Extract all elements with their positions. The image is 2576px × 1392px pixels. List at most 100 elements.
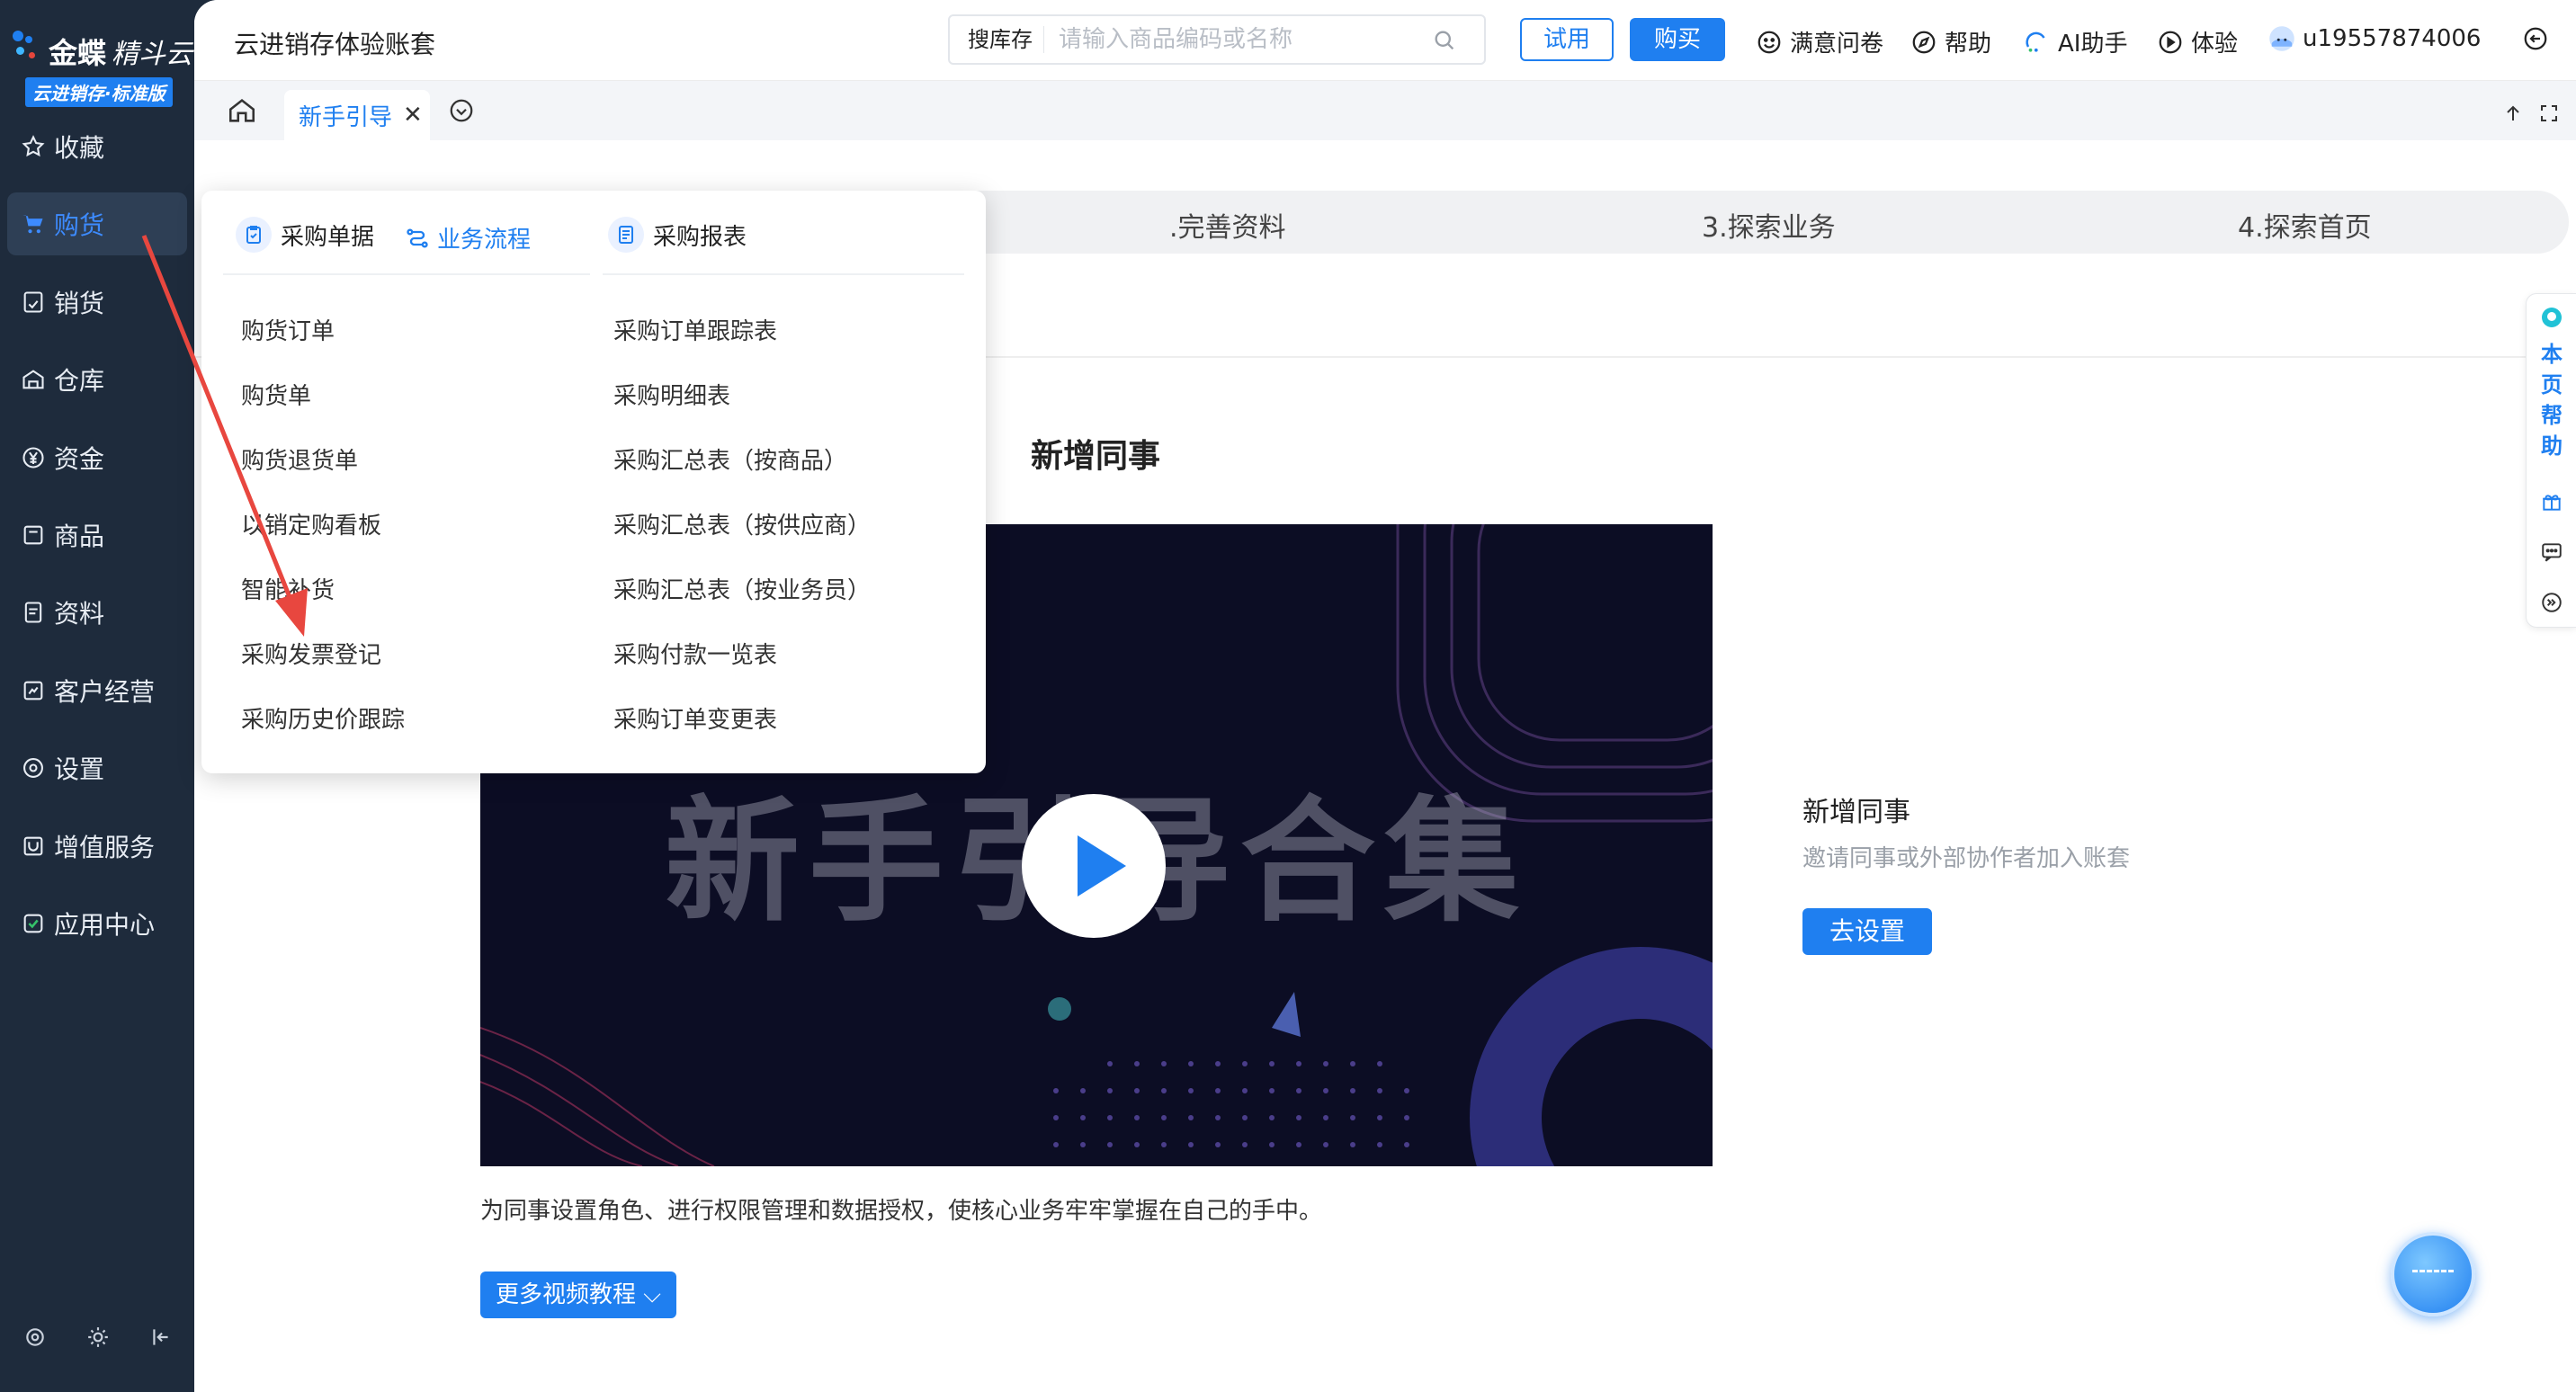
menu-item-purchase-detail-report[interactable]: 采购明细表 [613, 378, 730, 411]
sidebar: 金蝶 精斗云 云进销存·标准版 收藏 购货 销货 仓库 资金 商品 资料 客户经… [0, 0, 194, 1392]
sidebar-item-label: 资金 [54, 443, 105, 474]
guide-steps: .完善资料 3.探索业务 4.探索首页 [878, 191, 2569, 254]
brand-logo[interactable]: 金蝶 精斗云 云进销存·标准版 [11, 22, 193, 112]
sidebar-item-purchase[interactable]: 购货 [7, 192, 187, 256]
page-help-label: 本页帮助 [2541, 342, 2563, 459]
compass-icon [1912, 31, 1936, 53]
menu-item-purchase-invoice-registration[interactable]: 采购发票登记 [241, 637, 381, 670]
go-setup-button[interactable]: 去设置 [1802, 908, 1932, 955]
sidebar-item-label: 仓库 [54, 366, 105, 397]
try-button[interactable]: 试用 [1520, 18, 1614, 61]
menu-item-purchase-receipt[interactable]: 购货单 [241, 378, 311, 411]
survey-link[interactable]: 满意问卷 [1756, 25, 1883, 58]
step-4[interactable]: 4.探索首页 [2238, 205, 2372, 245]
yen-icon [20, 444, 47, 471]
menu-item-sales-based-purchase-board[interactable]: 以销定购看板 [241, 507, 381, 540]
sidebar-item-goods[interactable]: 商品 [7, 504, 187, 567]
search-box: 搜库存 [948, 14, 1486, 65]
gift-icon[interactable] [2540, 490, 2563, 513]
menu-item-purchase-order[interactable]: 购货订单 [241, 313, 335, 346]
menu-item-purchase-return[interactable]: 购货退货单 [241, 442, 358, 476]
tab-label: 新手引导 [299, 103, 393, 131]
value-added-icon [20, 833, 47, 860]
logout-icon[interactable] [2522, 25, 2549, 52]
sidebar-item-sales[interactable]: 销货 [7, 271, 187, 334]
play-circle-icon [2159, 31, 2182, 53]
target-icon[interactable] [23, 1325, 47, 1349]
brand-name: 金蝶 精斗云 [49, 36, 193, 70]
sidebar-item-label: 购货 [54, 210, 105, 241]
goods-icon [20, 522, 47, 549]
sidebar-item-label: 商品 [54, 521, 105, 551]
menu-item-order-tracking-report[interactable]: 采购订单跟踪表 [613, 313, 777, 346]
sidebar-item-label: 应用中心 [54, 909, 156, 940]
menu-item-purchase-price-history[interactable]: 采购历史价跟踪 [241, 701, 405, 735]
more-videos-button[interactable]: 更多视频教程 ⌵ [480, 1272, 676, 1318]
menu-item-summary-by-supplier[interactable]: 采购汇总表（按供应商） [613, 507, 871, 540]
video-description: 为同事设置角色、进行权限管理和数据授权，使核心业务牢牢掌握在自己的手中。 [480, 1198, 1323, 1225]
step-3[interactable]: 3.探索业务 [1702, 205, 1836, 245]
ai-icon [2026, 31, 2045, 52]
chat-icon[interactable] [2540, 540, 2563, 564]
menu-item-summary-by-salesperson[interactable]: 采购汇总表（按业务员） [613, 572, 871, 605]
menu-item-summary-by-product[interactable]: 采购汇总表（按商品） [613, 442, 847, 476]
sidebar-item-app-center[interactable]: 应用中心 [7, 892, 187, 955]
purchase-reports-header: 采购报表 [608, 212, 747, 257]
buy-button[interactable]: 购买 [1630, 18, 1725, 61]
theme-sun-icon[interactable] [86, 1325, 110, 1349]
fullscreen-icon[interactable] [2538, 103, 2560, 124]
purchase-documents-header: 采购单据 [236, 212, 374, 257]
sidebar-item-favorites[interactable]: 收藏 [7, 115, 187, 178]
floating-assistant-button[interactable] [2391, 1232, 2475, 1316]
search-input[interactable] [1057, 25, 1435, 54]
business-flow-link[interactable]: 业务流程 [405, 221, 531, 254]
sidebar-item-warehouse[interactable]: 仓库 [7, 348, 187, 411]
sidebar-item-label: 收藏 [54, 133, 105, 163]
experience-link[interactable]: 体验 [2157, 25, 2238, 58]
search-icon[interactable] [1432, 28, 1457, 53]
purchase-menu-dropdown: 采购单据 业务流程 采购报表 购货订单 购货单 购货退货单 以销定购看板 智能补… [201, 191, 986, 773]
flow-icon [407, 228, 428, 247]
sales-icon [20, 289, 47, 316]
menu-item-smart-replenishment[interactable]: 智能补货 [241, 572, 335, 605]
play-button[interactable] [1022, 794, 1166, 938]
chevron-down-icon[interactable] [448, 97, 475, 124]
close-icon[interactable]: ✕ [403, 102, 423, 129]
warehouse-icon [20, 366, 47, 393]
collapse-sidebar-icon[interactable] [149, 1325, 173, 1349]
search-scope[interactable]: 搜库存 [950, 26, 1044, 53]
document-icon [20, 599, 47, 626]
top-bar: 云进销存体验账套 搜库存 试用 购买 满意问卷 帮助 AI助手 体验 u1955… [194, 0, 2576, 81]
sidebar-item-settings[interactable]: 设置 [7, 736, 187, 799]
sidebar-item-label: 设置 [54, 754, 105, 785]
sidebar-item-value-added[interactable]: 增值服务 [7, 815, 187, 878]
sidebar-item-funds[interactable]: 资金 [7, 426, 187, 489]
sidebar-item-customer[interactable]: 客户经营 [7, 659, 187, 722]
arrow-up-icon[interactable] [2502, 103, 2524, 124]
side-card-title: 新增同事 [1802, 797, 1910, 828]
sidebar-item-label: 增值服务 [54, 832, 156, 862]
account-title[interactable]: 云进销存体验账套 [234, 25, 435, 61]
sidebar-item-label: 资料 [54, 599, 105, 629]
help-link[interactable]: 帮助 [1910, 25, 1991, 58]
smile-icon [1758, 31, 1781, 53]
sidebar-item-data[interactable]: 资料 [7, 581, 187, 644]
tab-bar: 新手引导 ✕ [194, 81, 2576, 140]
step-2[interactable]: .完善资料 [1169, 205, 1286, 245]
gear-icon [20, 754, 47, 781]
ai-assistant-link[interactable]: AI助手 [2024, 25, 2127, 58]
menu-item-payment-overview[interactable]: 采购付款一览表 [613, 637, 777, 670]
expand-right-icon[interactable] [2540, 591, 2563, 614]
page-help-strip[interactable]: 本页帮助 [2526, 293, 2576, 628]
star-icon [20, 133, 47, 160]
section-title: 新增同事 [1031, 438, 1161, 475]
sidebar-footer [23, 1325, 173, 1349]
sidebar-item-label: 客户经营 [54, 676, 156, 707]
tab-guide[interactable]: 新手引导 ✕ [284, 90, 430, 140]
home-icon[interactable] [227, 95, 257, 126]
menu-item-order-change-report[interactable]: 采购订单变更表 [613, 701, 777, 735]
divider [603, 273, 964, 275]
user-menu[interactable]: u19557874006 [2268, 25, 2481, 52]
side-card-description: 邀请同事或外部协作者加入账套 [1802, 845, 2131, 872]
logo-mark-icon [11, 27, 47, 72]
